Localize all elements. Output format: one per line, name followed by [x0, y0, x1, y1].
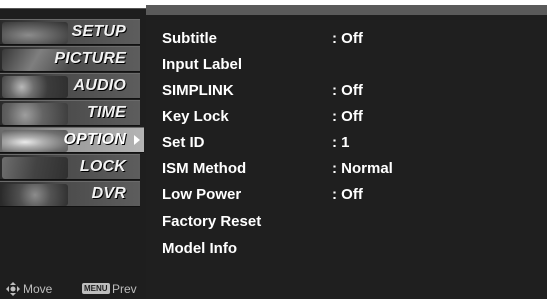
- sidebar-item-lock[interactable]: LOCK: [0, 154, 140, 180]
- sidebar-item-label: LOCK: [79, 158, 126, 175]
- option-label: Input Label: [162, 56, 242, 73]
- move-hint-label: Move: [23, 282, 53, 296]
- prev-hint-label: Prev: [112, 282, 137, 296]
- chevron-right-icon: [134, 135, 140, 145]
- sidebar-item-dvr[interactable]: DVR: [0, 181, 140, 207]
- sidebar-item-option[interactable]: OPTION: [0, 127, 144, 153]
- disc-icon: [2, 184, 68, 206]
- menu-key-icon: MENU: [82, 283, 110, 294]
- option-value: : Off: [332, 186, 363, 203]
- option-label: ISM Method: [162, 160, 247, 177]
- speaker-icon: [2, 76, 68, 98]
- move-arrows-icon: [6, 282, 20, 296]
- sidebar-item-picture[interactable]: PICTURE: [0, 46, 140, 72]
- option-value: : Off: [332, 30, 363, 47]
- option-label: Low Power: [162, 186, 242, 203]
- sidebar-item-audio[interactable]: AUDIO: [0, 73, 140, 99]
- sidebar-item-label: PICTURE: [54, 50, 126, 67]
- option-menu-panel: Subtitle : Off Input Label SIMPLINK : Of…: [146, 15, 547, 299]
- option-value: : 1: [332, 134, 350, 151]
- sidebar-item-label: TIME: [86, 104, 126, 121]
- lock-icon: [2, 157, 68, 179]
- option-label: Factory Reset: [162, 213, 262, 230]
- option-icon: [2, 130, 68, 152]
- sidebar-item-label: SETUP: [71, 23, 126, 40]
- sidebar-item-setup[interactable]: SETUP: [0, 19, 140, 45]
- option-value: : Normal: [332, 160, 393, 177]
- sidebar-item-label: OPTION: [63, 131, 126, 148]
- top-bar: [146, 5, 547, 15]
- option-label: Subtitle: [162, 30, 217, 47]
- option-label: Key Lock: [162, 108, 229, 125]
- option-value: : Off: [332, 82, 363, 99]
- satellite-dish-icon: [2, 22, 68, 44]
- category-sidebar: SETUP PICTURE AUDIO TIME OPTION LOCK DVR…: [0, 8, 146, 299]
- option-value: : Off: [332, 108, 363, 125]
- sidebar-item-label: DVR: [91, 185, 126, 202]
- option-label: Set ID: [162, 134, 205, 151]
- sidebar-item-label: AUDIO: [73, 77, 126, 94]
- clock-icon: [2, 103, 68, 125]
- sidebar-item-time[interactable]: TIME: [0, 100, 140, 126]
- option-label: Model Info: [162, 240, 237, 257]
- option-label: SIMPLINK: [162, 82, 234, 99]
